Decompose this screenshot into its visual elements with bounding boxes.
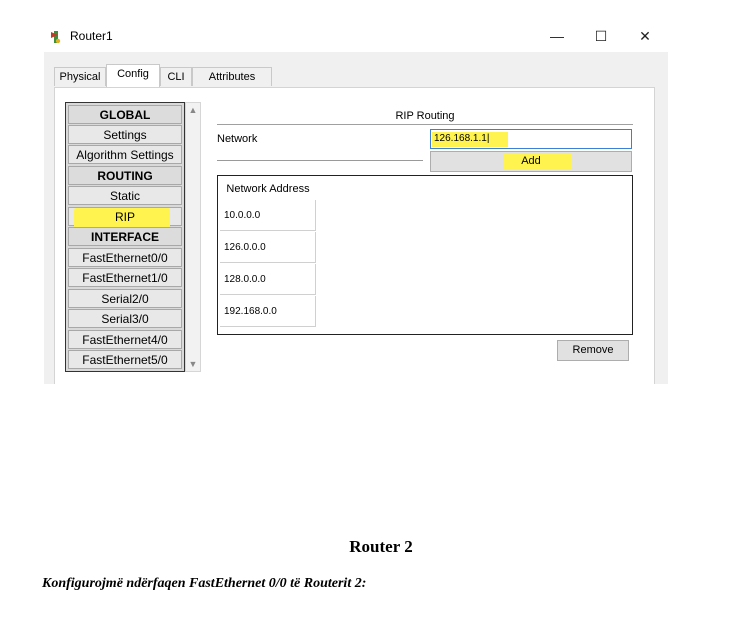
- document-heading: Router 2: [349, 537, 413, 556]
- scroll-up-icon[interactable]: ▲: [187, 103, 199, 117]
- sidebar-header-global: GLOBAL: [68, 105, 182, 124]
- close-button[interactable]: ✕: [634, 26, 656, 46]
- list-item[interactable]: 10.0.0.0: [220, 200, 316, 231]
- sidebar-header-interface: INTERFACE: [68, 227, 182, 246]
- sidebar-item-serial3-0[interactable]: Serial3/0: [68, 309, 182, 328]
- sidebar-item-fastethernet0-0[interactable]: FastEthernet0/0: [68, 248, 182, 267]
- tab-attributes[interactable]: Attributes: [192, 67, 272, 86]
- network-input-value: 126.168.1.1: [434, 133, 487, 144]
- maximize-button[interactable]: ☐: [590, 26, 612, 46]
- tab-physical[interactable]: Physical: [54, 67, 106, 86]
- label-divider: [217, 160, 423, 162]
- sidebar-scrollbar[interactable]: ▲ ▼: [185, 102, 201, 372]
- window-title: Router1: [70, 29, 113, 43]
- sidebar-header-routing: ROUTING: [68, 166, 182, 185]
- list-item[interactable]: 192.168.0.0: [220, 296, 316, 327]
- router-window: Router1 — ☐ ✕ Physical Config CLI Attrib…: [44, 22, 668, 384]
- tab-config[interactable]: Config: [106, 64, 160, 87]
- minimize-button[interactable]: —: [546, 26, 568, 46]
- title-bar: Router1 — ☐ ✕: [44, 22, 668, 52]
- sidebar-item-static[interactable]: Static: [68, 186, 182, 205]
- add-button[interactable]: Add: [430, 151, 632, 172]
- rip-section-title: RIP Routing: [395, 110, 455, 122]
- network-address-header: Network Address: [220, 178, 316, 200]
- section-divider: [217, 124, 633, 126]
- scroll-down-icon[interactable]: ▼: [187, 357, 199, 371]
- sidebar-item-serial2-0[interactable]: Serial2/0: [68, 289, 182, 308]
- sidebar-item-fastethernet1-0[interactable]: FastEthernet1/0: [68, 268, 182, 287]
- sidebar-item-algorithm-settings[interactable]: Algorithm Settings: [68, 145, 182, 164]
- sidebar-item-fastethernet4-0[interactable]: FastEthernet4/0: [68, 330, 182, 349]
- tab-cli[interactable]: CLI: [160, 67, 192, 86]
- sidebar-item-rip[interactable]: RIP: [68, 207, 182, 228]
- list-item[interactable]: 126.0.0.0: [220, 232, 316, 263]
- router-app-icon: [51, 31, 61, 44]
- list-item[interactable]: 128.0.0.0: [220, 264, 316, 295]
- network-label: Network: [217, 133, 258, 145]
- remove-button[interactable]: Remove: [557, 340, 629, 361]
- sidebar-item-fastethernet5-0[interactable]: FastEthernet5/0: [68, 350, 182, 369]
- network-address-list[interactable]: Network Address 10.0.0.0 126.0.0.0 128.0…: [217, 175, 633, 335]
- document-paragraph: Konfigurojmë ndërfaqen FastEthernet 0/0 …: [42, 576, 367, 591]
- window-client: Physical Config CLI Attributes GLOBAL Se…: [44, 52, 668, 384]
- config-sidebar: GLOBAL Settings Algorithm Settings ROUTI…: [65, 102, 185, 372]
- config-panel: GLOBAL Settings Algorithm Settings ROUTI…: [54, 87, 655, 384]
- network-input[interactable]: 126.168.1.1|: [430, 129, 632, 149]
- sidebar-item-settings[interactable]: Settings: [68, 125, 182, 144]
